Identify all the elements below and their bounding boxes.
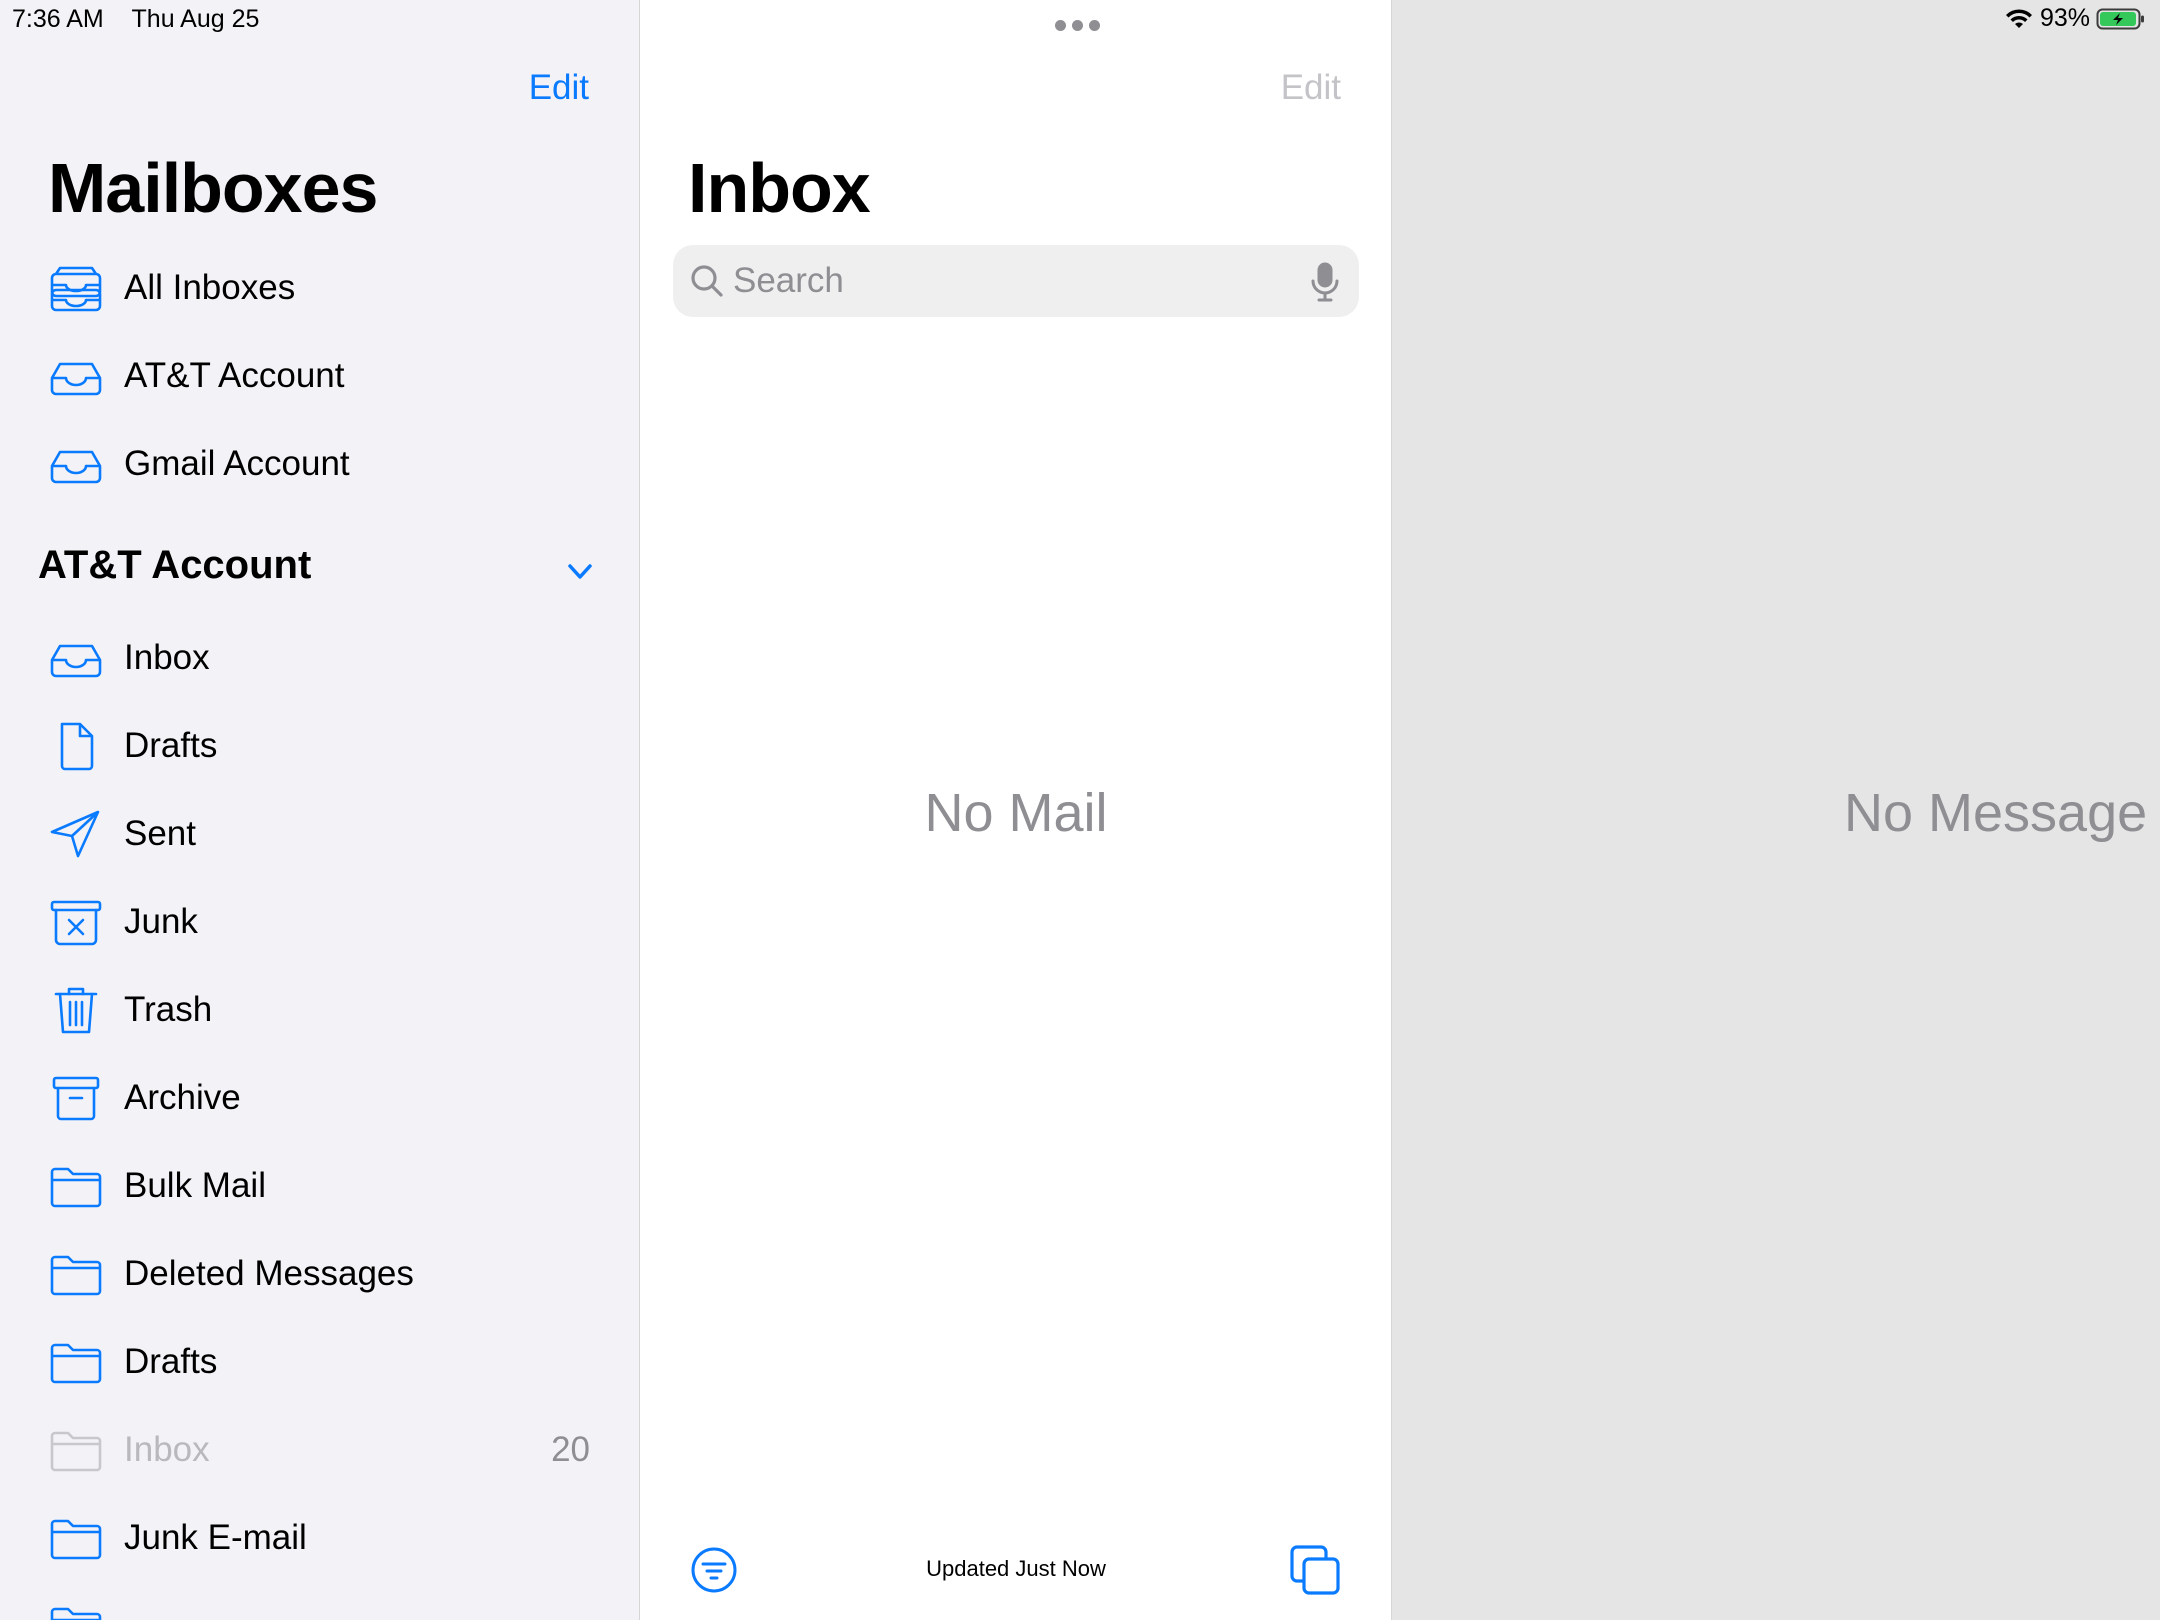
mailbox-label: Sent [124, 814, 196, 853]
compose-icon[interactable] [1289, 1544, 1341, 1596]
trash-icon [48, 982, 104, 1038]
mailbox-bulk-mail[interactable]: Bulk Mail [0, 1142, 639, 1230]
folder-icon [48, 1598, 104, 1620]
mailbox-drafts[interactable]: Drafts [0, 702, 639, 790]
mailbox-deleted-messages[interactable]: Deleted Messages [0, 1230, 639, 1318]
tray-icon [48, 436, 104, 492]
search-icon [691, 265, 723, 297]
doc-icon [48, 718, 104, 774]
search-input[interactable] [733, 255, 1293, 307]
wifi-icon [2005, 8, 2032, 28]
mailbox-sent[interactable]: Sent [0, 790, 639, 878]
mailbox-archive[interactable]: Archive [0, 1054, 639, 1142]
mailbox-label: Archive [124, 1078, 241, 1117]
mailbox-drafts-folder[interactable]: Drafts [0, 1318, 639, 1406]
mailbox-label: Deleted Messages [124, 1254, 414, 1293]
archivebox-icon [48, 1070, 104, 1126]
mailbox-label: Gmail Account [124, 444, 350, 483]
mailbox-junk-email[interactable]: Junk E-mail [0, 1494, 639, 1582]
mailboxes-sidebar: Edit Mailboxes All Inboxes AT&T Account … [0, 0, 640, 1620]
empty-state-text: No Mail [924, 783, 1108, 843]
tray-icon [48, 348, 104, 404]
mailbox-label: Drafts [124, 726, 218, 765]
list-edit-button[interactable]: Edit [1281, 68, 1341, 108]
mailbox-inbox[interactable]: Inbox [0, 614, 639, 702]
tray-stack-icon [48, 260, 104, 316]
mailbox-all-inboxes[interactable]: All Inboxes [0, 244, 639, 332]
status-clock: 7:36 AM [12, 5, 104, 33]
no-message-selected-text: No Message Selected [1844, 783, 2160, 843]
section-header-att-account[interactable]: AT&T Account [38, 543, 311, 588]
status-bar: 7:36 AM Thu Aug 25 93% [0, 0, 2160, 40]
mailbox-partial-row[interactable] [0, 1582, 639, 1620]
message-detail-pane: No Message Selected [1392, 0, 2160, 1620]
mailbox-label: All Inboxes [124, 268, 296, 307]
mailbox-label: Trash [124, 990, 213, 1029]
status-date: Thu Aug 25 [131, 5, 260, 33]
list-title: Inbox [688, 149, 871, 227]
folder-icon [48, 1246, 104, 1302]
mailbox-label: Bulk Mail [124, 1166, 266, 1205]
mailbox-label: Drafts [124, 1342, 218, 1381]
xmark-bin-icon [48, 894, 104, 950]
microphone-icon[interactable] [1307, 261, 1343, 303]
mailbox-label: AT&T Account [124, 356, 345, 395]
folder-icon [48, 1510, 104, 1566]
updated-status: Updated Just Now [926, 1556, 1106, 1581]
mailbox-trash[interactable]: Trash [0, 966, 639, 1054]
folder-icon [48, 1334, 104, 1390]
mailbox-label: Junk [124, 902, 198, 941]
status-indicators: 93% [2004, 4, 2146, 33]
mailbox-inbox-folder[interactable]: Inbox 20 [0, 1406, 639, 1494]
mailbox-att-account[interactable]: AT&T Account [0, 332, 639, 420]
status-time: 7:36 AM Thu Aug 25 [12, 5, 259, 34]
battery-charging-icon [2096, 8, 2144, 29]
paperplane-icon [48, 806, 104, 862]
message-list-pane: Edit Inbox No Mail Updated Just Now [640, 0, 1392, 1620]
mailbox-label: Junk E-mail [124, 1518, 307, 1557]
sidebar-edit-button[interactable]: Edit [529, 68, 589, 108]
folder-icon [48, 1158, 104, 1214]
tray-icon [48, 630, 104, 686]
battery-percent: 93% [2039, 4, 2090, 32]
mailbox-gmail-account[interactable]: Gmail Account [0, 420, 639, 508]
search-bar[interactable] [673, 245, 1359, 317]
mailbox-label: Inbox [124, 1430, 210, 1469]
folder-icon [48, 1422, 104, 1478]
mailbox-label: Inbox [124, 638, 210, 677]
mailbox-junk[interactable]: Junk [0, 878, 639, 966]
sidebar-title: Mailboxes [48, 149, 378, 227]
unread-count: 20 [551, 1430, 590, 1469]
chevron-down-icon[interactable] [560, 556, 600, 588]
